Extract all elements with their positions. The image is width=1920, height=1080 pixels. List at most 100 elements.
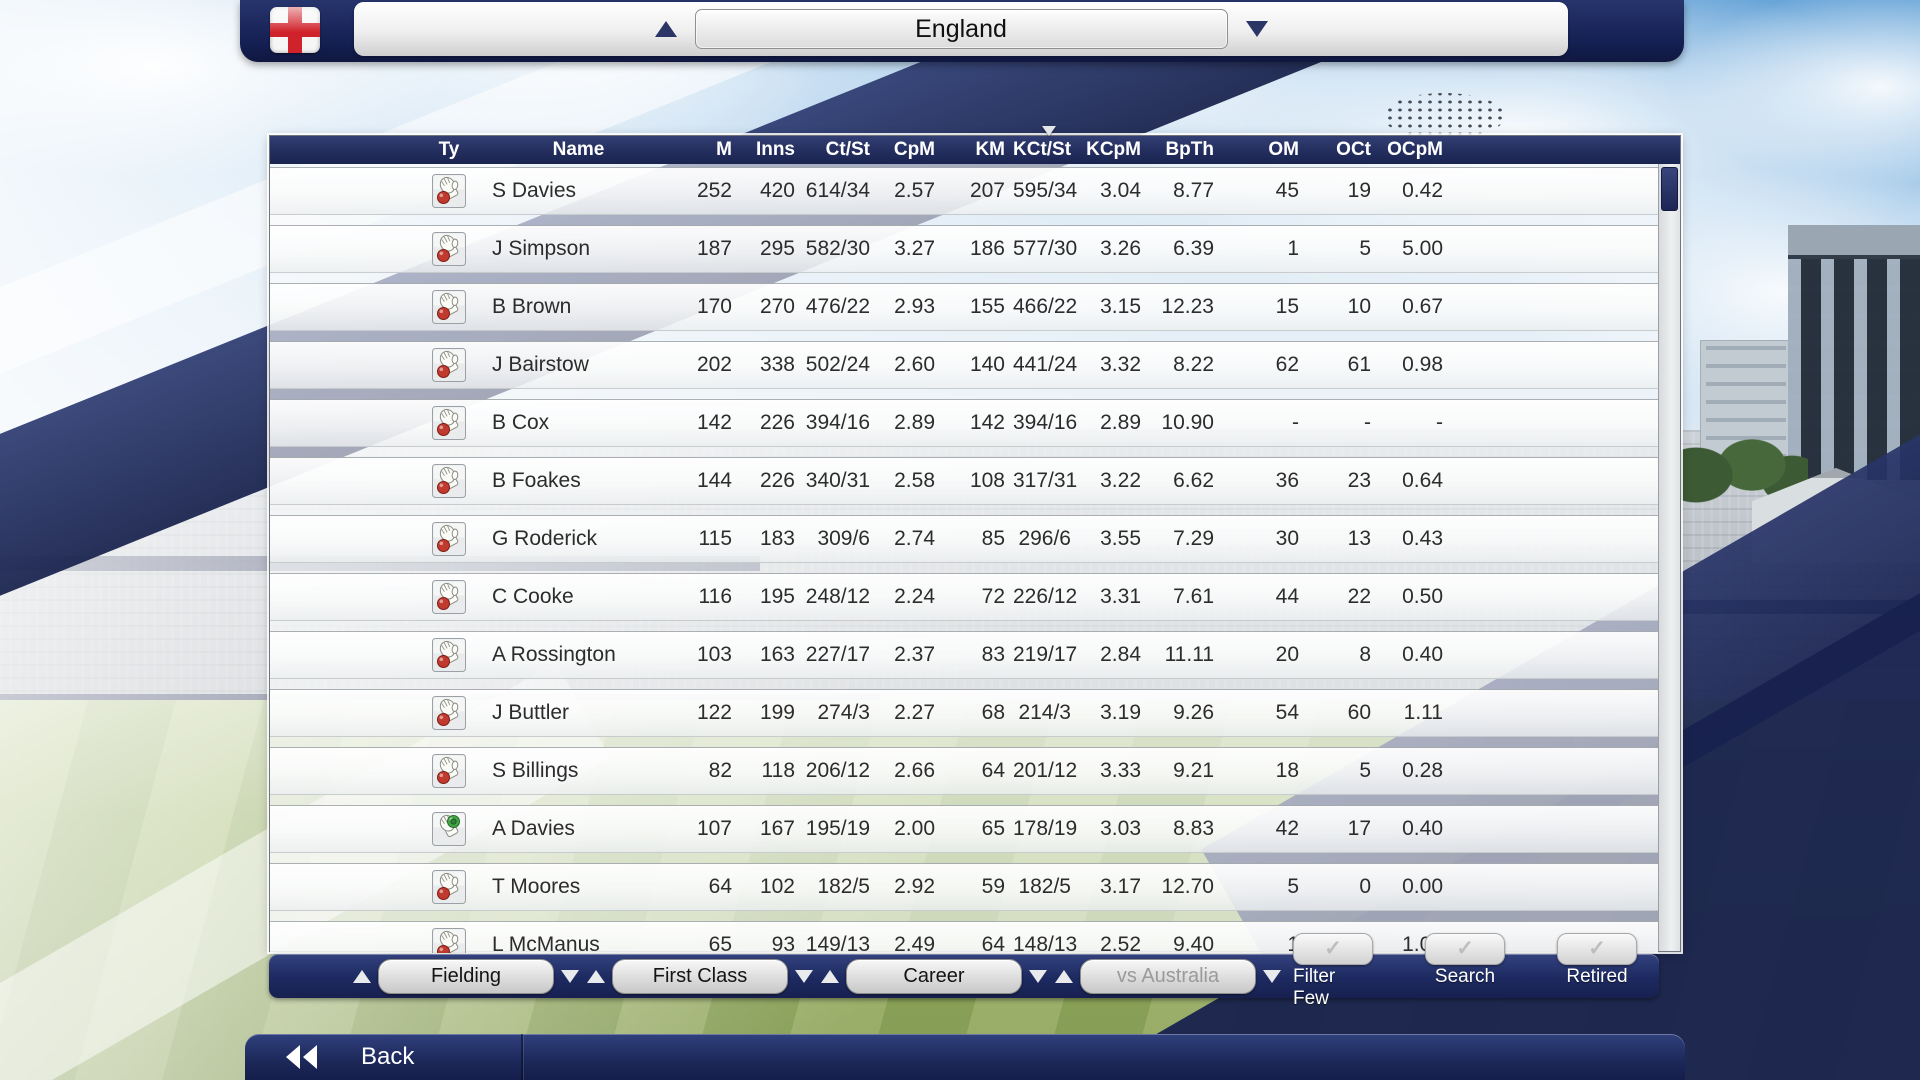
player-row[interactable]: J Simpson 187 295 582/30 3.27 186 577/30… bbox=[270, 225, 1658, 273]
toggle-filter-few[interactable]: Filter Few bbox=[1293, 943, 1373, 1010]
table-header-row: TyNameMInnsCt/StCpMKMKCt/StKCpMBpThOMOCt… bbox=[270, 136, 1680, 164]
stat-bpth: 10.90 bbox=[1149, 411, 1222, 435]
filter-bar: Fielding First Class Career vs Australia… bbox=[269, 954, 1659, 998]
column-header-oct[interactable]: OCt bbox=[1307, 139, 1379, 161]
stat-ocpm: 0.43 bbox=[1379, 527, 1451, 551]
column-header-m[interactable]: M bbox=[665, 139, 740, 161]
checkmark-icon[interactable] bbox=[1425, 933, 1505, 965]
team-next-arrow[interactable] bbox=[1246, 21, 1268, 37]
stat-cpm: 2.57 bbox=[878, 179, 943, 203]
stat-cpm: 2.49 bbox=[878, 933, 943, 953]
stat-oct: 0 bbox=[1307, 875, 1379, 899]
column-header-cpm[interactable]: CpM bbox=[878, 139, 943, 161]
stat-om: 20 bbox=[1222, 643, 1307, 667]
column-header-name[interactable]: Name bbox=[480, 139, 665, 161]
player-type-cell bbox=[270, 812, 480, 846]
player-row[interactable]: T Moores 64 102 182/5 2.92 59 182/5 3.17… bbox=[270, 863, 1658, 911]
column-header-kcpm[interactable]: KCpM bbox=[1079, 139, 1149, 161]
dropdown-button[interactable]: vs Australia bbox=[1080, 959, 1256, 994]
dropdown-up-arrow[interactable] bbox=[1055, 970, 1073, 983]
stat-bpth: 7.61 bbox=[1149, 585, 1222, 609]
stat-kct_st: 201/12 bbox=[1013, 759, 1079, 783]
player-type-cell bbox=[270, 406, 480, 440]
keeper-gloves-red-ball-icon bbox=[432, 232, 466, 266]
column-header-inns[interactable]: Inns bbox=[740, 139, 803, 161]
column-header-ct-st[interactable]: Ct/St bbox=[803, 139, 878, 161]
player-row[interactable]: J Buttler 122 199 274/3 2.27 68 214/3 3.… bbox=[270, 689, 1658, 737]
checkmark-icon[interactable] bbox=[1557, 933, 1637, 965]
player-row[interactable]: B Cox 142 226 394/16 2.89 142 394/16 2.8… bbox=[270, 399, 1658, 447]
stat-ct_st: 227/17 bbox=[803, 643, 878, 667]
player-row[interactable]: G Roderick 115 183 309/6 2.74 85 296/6 3… bbox=[270, 515, 1658, 563]
back-chevrons-icon bbox=[281, 1044, 323, 1070]
player-row[interactable]: B Foakes 144 226 340/31 2.58 108 317/31 … bbox=[270, 457, 1658, 505]
back-bar: Back bbox=[245, 1034, 1685, 1080]
column-header-ty[interactable]: Ty bbox=[270, 139, 480, 161]
column-header-ocpm[interactable]: OCpM bbox=[1379, 139, 1451, 161]
stat-ocpm: 0.67 bbox=[1379, 295, 1451, 319]
stat-om: 42 bbox=[1222, 817, 1307, 841]
dropdown-down-arrow[interactable] bbox=[561, 970, 579, 983]
column-header-om[interactable]: OM bbox=[1222, 139, 1307, 161]
stat-bpth: 11.11 bbox=[1149, 643, 1222, 667]
stat-bpth: 8.77 bbox=[1149, 179, 1222, 203]
player-type-cell bbox=[270, 522, 480, 556]
stat-oct: 10 bbox=[1307, 295, 1379, 319]
filter-toggles: Filter Few Search Retired bbox=[1293, 943, 1637, 1010]
keeper-gloves-red-ball-icon bbox=[432, 870, 466, 904]
team-prev-arrow[interactable] bbox=[655, 21, 677, 37]
player-type-cell bbox=[270, 638, 480, 672]
stat-km: 72 bbox=[943, 585, 1013, 609]
stat-om: - bbox=[1222, 411, 1307, 435]
dropdown-up-arrow[interactable] bbox=[587, 970, 605, 983]
stat-cpm: 2.60 bbox=[878, 353, 943, 377]
player-row[interactable]: A Rossington 103 163 227/17 2.37 83 219/… bbox=[270, 631, 1658, 679]
column-header-km[interactable]: KM bbox=[943, 139, 1013, 161]
stat-om: 45 bbox=[1222, 179, 1307, 203]
player-row[interactable]: A Davies 107 167 195/19 2.00 65 178/19 3… bbox=[270, 805, 1658, 853]
dropdown-button[interactable]: Career bbox=[846, 959, 1022, 994]
screen: England TyNameMInnsCt/StCpMKMKCt/StKCpMB… bbox=[0, 0, 1920, 1080]
stat-ct_st: 340/31 bbox=[803, 469, 878, 493]
dropdown-down-arrow[interactable] bbox=[1263, 970, 1281, 983]
team-selector-bar: England bbox=[240, 0, 1684, 62]
dropdown-button[interactable]: First Class bbox=[612, 959, 788, 994]
keeper-gloves-red-ball-icon bbox=[432, 290, 466, 324]
background-building bbox=[1700, 340, 1792, 480]
stat-cpm: 2.58 bbox=[878, 469, 943, 493]
player-row[interactable]: S Davies 252 420 614/34 2.57 207 595/34 … bbox=[270, 167, 1658, 215]
player-row[interactable]: C Cooke 116 195 248/12 2.24 72 226/12 3.… bbox=[270, 573, 1658, 621]
dropdown-down-arrow[interactable] bbox=[1029, 970, 1047, 983]
player-row[interactable]: B Brown 170 270 476/22 2.93 155 466/22 3… bbox=[270, 283, 1658, 331]
scrollbar[interactable] bbox=[1658, 164, 1680, 951]
toggle-label-retired: Retired bbox=[1566, 966, 1627, 988]
back-label: Back bbox=[361, 1043, 414, 1071]
player-row[interactable]: S Billings 82 118 206/12 2.66 64 201/12 … bbox=[270, 747, 1658, 795]
team-selector-field[interactable]: England bbox=[695, 9, 1228, 49]
stat-cpm: 2.37 bbox=[878, 643, 943, 667]
checkmark-icon[interactable] bbox=[1293, 933, 1373, 965]
stat-oct: 19 bbox=[1307, 179, 1379, 203]
stat-kct_st: 182/5 bbox=[1013, 875, 1079, 899]
stat-ct_st: 182/5 bbox=[803, 875, 878, 899]
toggle-search[interactable]: Search bbox=[1425, 943, 1505, 1010]
keeper-gloves-red-ball-icon bbox=[432, 522, 466, 556]
stat-kcpm: 3.55 bbox=[1079, 527, 1149, 551]
stat-m: 103 bbox=[665, 643, 740, 667]
stat-m: 202 bbox=[665, 353, 740, 377]
player-row[interactable]: J Bairstow 202 338 502/24 2.60 140 441/2… bbox=[270, 341, 1658, 389]
dropdown-button[interactable]: Fielding bbox=[378, 959, 554, 994]
back-button[interactable]: Back bbox=[245, 1034, 1685, 1080]
dropdown-up-arrow[interactable] bbox=[821, 970, 839, 983]
dropdown-vs-australia: vs Australia bbox=[1055, 959, 1281, 994]
dropdown-up-arrow[interactable] bbox=[353, 970, 371, 983]
scrollbar-thumb[interactable] bbox=[1661, 167, 1678, 211]
table-body: S Davies 252 420 614/34 2.57 207 595/34 … bbox=[270, 164, 1658, 953]
stat-ct_st: 309/6 bbox=[803, 527, 878, 551]
column-header-kct-st[interactable]: KCt/St bbox=[1013, 139, 1079, 161]
player-name: J Bairstow bbox=[480, 353, 665, 377]
toggle-retired[interactable]: Retired bbox=[1557, 943, 1637, 1010]
dropdown-down-arrow[interactable] bbox=[795, 970, 813, 983]
england-flag-icon bbox=[270, 7, 320, 53]
column-header-bpth[interactable]: BpTh bbox=[1149, 139, 1222, 161]
